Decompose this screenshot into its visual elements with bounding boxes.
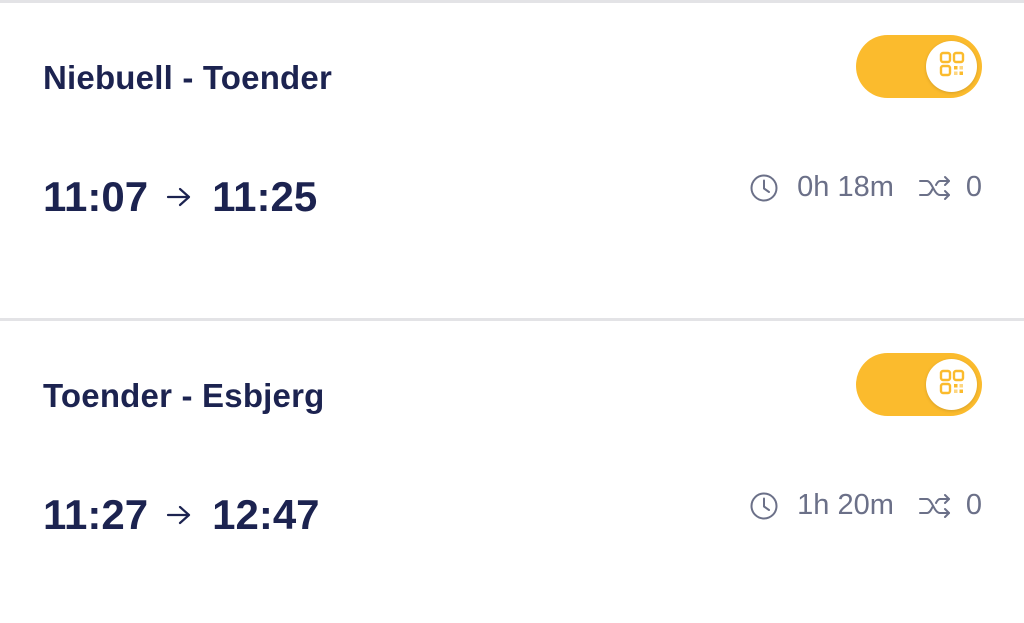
clock-icon (749, 491, 779, 521)
time-range: 11:07 11:25 (43, 173, 317, 221)
connection-card[interactable]: Toender - Esbjerg 11:27 12:47 1h 20m 0 (0, 321, 1024, 623)
departure-time: 11:27 (43, 491, 149, 538)
route-title: Niebuell - Toender (43, 59, 333, 96)
clock-icon (749, 173, 779, 203)
ticket-toggle[interactable] (856, 353, 982, 416)
toggle-knob (926, 41, 977, 92)
transfer-count: 0 (965, 171, 982, 203)
trip-meta: 0h 18m 0 (749, 171, 982, 204)
arrival-time: 11:25 (212, 173, 318, 220)
departure-time: 11:07 (43, 173, 149, 220)
connection-card[interactable]: Niebuell - Toender 11:07 11:25 0h 18m 0 (0, 3, 1024, 318)
arrival-time: 12:47 (212, 491, 320, 538)
trip-meta: 1h 20m 0 (749, 489, 982, 522)
arrow-right-icon (166, 186, 192, 208)
duration: 0h 18m (797, 171, 894, 203)
shuffle-icon (918, 175, 952, 201)
toggle-knob (926, 359, 977, 410)
qr-code-icon (938, 368, 966, 401)
shuffle-icon (918, 493, 952, 519)
qr-code-icon (938, 50, 966, 83)
ticket-toggle[interactable] (856, 35, 982, 98)
route-title: Toender - Esbjerg (43, 377, 325, 414)
connection-list: Niebuell - Toender 11:07 11:25 0h 18m 0 … (0, 0, 1024, 623)
time-range: 11:27 12:47 (43, 491, 320, 539)
arrow-right-icon (166, 504, 192, 526)
duration: 1h 20m (797, 489, 894, 521)
transfer-count: 0 (965, 489, 982, 521)
